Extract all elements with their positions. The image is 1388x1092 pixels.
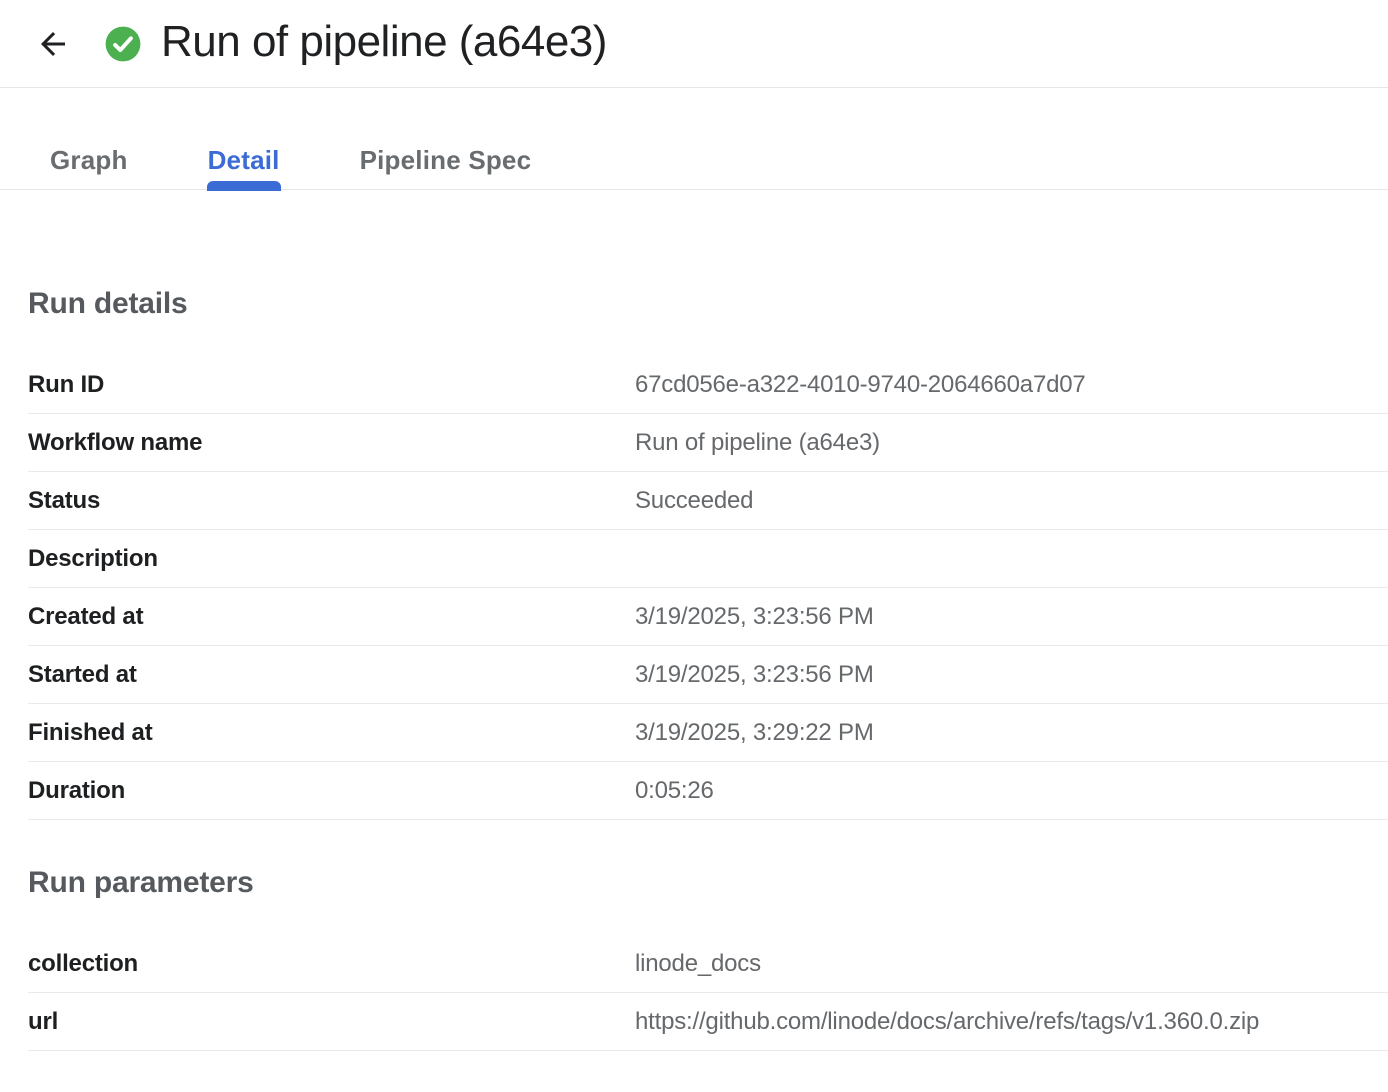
field-value-started-at: 3/19/2025, 3:23:56 PM (635, 661, 874, 689)
field-label-duration: Duration (28, 777, 635, 805)
success-check-circle-icon (104, 25, 142, 63)
field-value-run-id: 67cd056e-a322-4010-9740-2064660a7d07 (635, 371, 1086, 399)
field-label-workflow-name: Workflow name (28, 429, 635, 457)
tab-detail-label: Detail (208, 145, 280, 176)
field-label-created-at: Created at (28, 603, 635, 631)
field-label-description: Description (28, 545, 635, 573)
tab-graph[interactable]: Graph (10, 131, 168, 189)
run-parameters-heading: Run parameters (28, 866, 1388, 900)
active-tab-indicator (207, 181, 281, 191)
field-value-created-at: 3/19/2025, 3:23:56 PM (635, 603, 874, 631)
run-parameters-table: collection linode_docs url https://githu… (28, 935, 1388, 1051)
table-row: Workflow name Run of pipeline (a64e3) (28, 414, 1388, 472)
param-label-url: url (28, 1008, 635, 1036)
field-label-status: Status (28, 487, 635, 515)
table-row: url https://github.com/linode/docs/archi… (28, 993, 1388, 1051)
table-row: Run ID 67cd056e-a322-4010-9740-2064660a7… (28, 356, 1388, 414)
table-row: Duration 0:05:26 (28, 762, 1388, 820)
tab-pipeline-spec[interactable]: Pipeline Spec (320, 131, 572, 189)
run-details-heading: Run details (28, 287, 1388, 321)
tab-graph-label: Graph (50, 145, 128, 176)
arrow-back-icon (35, 26, 71, 62)
back-button[interactable] (31, 22, 75, 66)
page-header: Run of pipeline (a64e3) (0, 0, 1388, 88)
table-row: Created at 3/19/2025, 3:23:56 PM (28, 588, 1388, 646)
tab-bar: Graph Detail Pipeline Spec (0, 88, 1388, 190)
param-value-url: https://github.com/linode/docs/archive/r… (635, 1008, 1259, 1036)
field-value-finished-at: 3/19/2025, 3:29:22 PM (635, 719, 874, 747)
tab-detail[interactable]: Detail (168, 131, 320, 189)
table-row: Finished at 3/19/2025, 3:29:22 PM (28, 704, 1388, 762)
table-row: Started at 3/19/2025, 3:23:56 PM (28, 646, 1388, 704)
tab-pipeline-spec-label: Pipeline Spec (360, 145, 532, 176)
detail-panel: Run details Run ID 67cd056e-a322-4010-97… (0, 287, 1388, 1051)
param-value-collection: linode_docs (635, 950, 761, 978)
table-row: collection linode_docs (28, 935, 1388, 993)
table-row: Status Succeeded (28, 472, 1388, 530)
table-row: Description (28, 530, 1388, 588)
param-label-collection: collection (28, 950, 635, 978)
field-label-run-id: Run ID (28, 371, 635, 399)
field-value-duration: 0:05:26 (635, 777, 714, 805)
page-title: Run of pipeline (a64e3) (161, 20, 607, 68)
field-value-workflow-name: Run of pipeline (a64e3) (635, 429, 880, 457)
field-label-started-at: Started at (28, 661, 635, 689)
field-label-finished-at: Finished at (28, 719, 635, 747)
field-value-status: Succeeded (635, 487, 753, 515)
run-details-table: Run ID 67cd056e-a322-4010-9740-2064660a7… (28, 356, 1388, 820)
